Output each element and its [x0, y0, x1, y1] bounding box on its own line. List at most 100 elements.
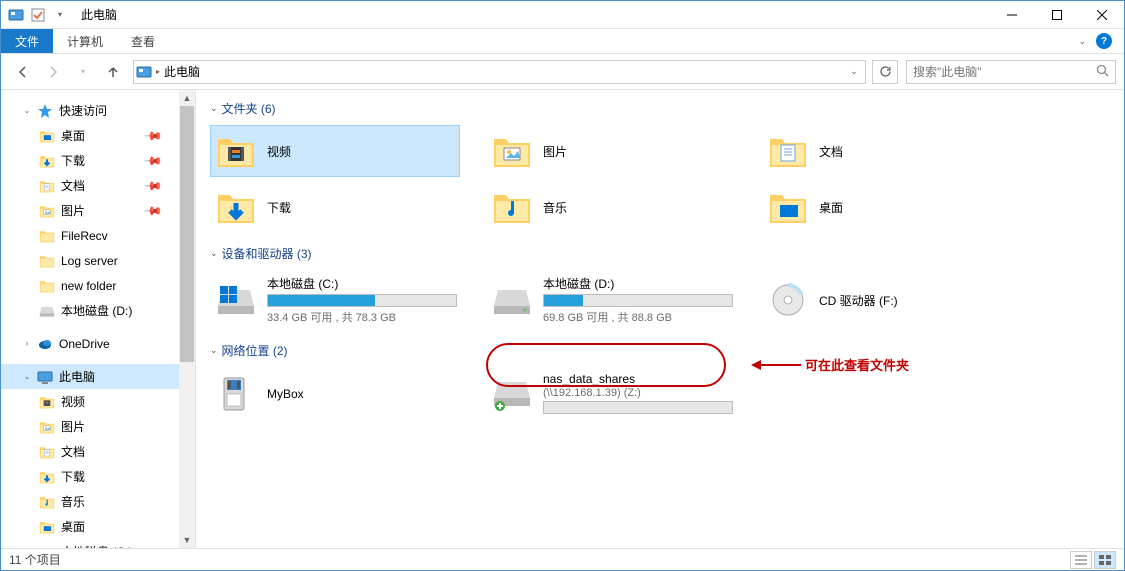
desktop-icon: [39, 128, 55, 144]
network-label: MyBox: [267, 387, 455, 401]
chevron-down-icon[interactable]: ⌄: [23, 372, 31, 381]
media-icon: [215, 373, 257, 415]
close-button[interactable]: [1079, 1, 1124, 29]
refresh-button[interactable]: [872, 60, 898, 84]
scroll-up-icon[interactable]: ▲: [179, 90, 195, 106]
quick-access-toolbar: ▾ 此电脑: [1, 6, 117, 24]
sidebar-item-label: new folder: [61, 279, 179, 293]
sidebar-item-label: 下载: [61, 468, 179, 485]
sidebar-item-folder[interactable]: FileRecv: [1, 223, 179, 248]
status-bar: 11 个项目: [1, 548, 1124, 570]
chevron-down-icon[interactable]: ⌄: [210, 345, 218, 356]
sidebar-item-label: 图片: [61, 418, 179, 435]
network-tile[interactable]: MyBox: [210, 367, 460, 420]
downloads-icon: [39, 153, 55, 169]
sidebar-item-label: 本地磁盘 (C:): [61, 543, 179, 548]
videos-icon: [39, 394, 55, 410]
sidebar-item-downloads[interactable]: 下载📌: [1, 148, 179, 173]
onedrive-icon: [37, 336, 53, 352]
maximize-button[interactable]: [1034, 1, 1079, 29]
group-header-folders[interactable]: ⌄ 文件夹 (6): [210, 100, 1120, 117]
folder-tile[interactable]: 图片: [486, 125, 736, 177]
folder-tile[interactable]: 下载: [210, 181, 460, 233]
folders-grid: 视频 图片 文档下载音乐 桌面: [210, 125, 1120, 233]
sidebar-item-folder[interactable]: Log server: [1, 248, 179, 273]
drive-tile[interactable]: CD 驱动器 (F:): [762, 270, 1012, 330]
view-tiles-button[interactable]: [1094, 551, 1116, 569]
sidebar-item-documents[interactable]: 文档📌: [1, 173, 179, 198]
sidebar-item-downloads[interactable]: 下载: [1, 464, 179, 489]
sidebar-item-label: 本地磁盘 (D:): [61, 302, 179, 319]
folder-label: 桌面: [819, 199, 1007, 216]
folder-tile[interactable]: 视频: [210, 125, 460, 177]
sidebar-item-label: 文档: [61, 443, 179, 460]
drive-win-icon: [215, 279, 257, 321]
desktop-icon: [39, 519, 55, 535]
search-input[interactable]: [913, 65, 1096, 79]
pictures-icon: [39, 419, 55, 435]
address-dropdown-icon[interactable]: ⌄: [845, 66, 863, 77]
group-header-network[interactable]: ⌄ 网络位置 (2): [210, 342, 1120, 359]
qat-dropdown-icon[interactable]: ▾: [51, 6, 69, 24]
documents-icon: [767, 130, 809, 172]
folder-tile[interactable]: 文档: [762, 125, 1012, 177]
sidebar-item-desktop[interactable]: 桌面: [1, 514, 179, 539]
chevron-down-icon[interactable]: ⌄: [210, 248, 218, 259]
sidebar-item-label: FileRecv: [61, 229, 179, 243]
scroll-down-icon[interactable]: ▼: [179, 532, 195, 548]
tab-file[interactable]: 文件: [1, 29, 53, 53]
breadcrumb-chevron-icon[interactable]: ▸: [156, 67, 160, 76]
network-tile[interactable]: nas_data_shares(\\192.168.1.39) (Z:): [486, 367, 736, 420]
folder-label: 文档: [819, 143, 1007, 160]
sidebar-scrollbar[interactable]: ▲ ▼: [179, 90, 195, 548]
title-bar: ▾ 此电脑: [1, 1, 1124, 29]
sidebar-item-label: 桌面: [61, 127, 140, 144]
sidebar-onedrive[interactable]: › OneDrive: [1, 331, 179, 356]
recent-dropdown-icon[interactable]: ▾: [69, 59, 97, 85]
back-button[interactable]: [9, 59, 37, 85]
tab-computer[interactable]: 计算机: [53, 29, 117, 53]
drive-icon: [39, 303, 55, 319]
chevron-right-icon[interactable]: ›: [23, 339, 31, 348]
folder-label: 图片: [543, 143, 731, 160]
sidebar-item-music[interactable]: 音乐: [1, 489, 179, 514]
chevron-down-icon[interactable]: ⌄: [23, 106, 31, 115]
app-icon: [7, 6, 25, 24]
drive-label: CD 驱动器 (F:): [819, 292, 1007, 309]
up-button[interactable]: [99, 59, 127, 85]
drive-tile[interactable]: 本地磁盘 (D:)69.8 GB 可用 , 共 88.8 GB: [486, 270, 736, 330]
sidebar-item-pictures[interactable]: 图片📌: [1, 198, 179, 223]
downloads-icon: [39, 469, 55, 485]
help-icon[interactable]: ?: [1096, 33, 1112, 49]
folder-tile[interactable]: 桌面: [762, 181, 1012, 233]
sidebar-item-pictures[interactable]: 图片: [1, 414, 179, 439]
ribbon-expand-icon[interactable]: ⌄: [1078, 36, 1086, 47]
sidebar-item-drive[interactable]: 本地磁盘 (C:): [1, 539, 179, 548]
tab-view[interactable]: 查看: [117, 29, 169, 53]
sidebar-item-label: 下载: [61, 152, 140, 169]
sidebar-item-documents[interactable]: 文档: [1, 439, 179, 464]
sidebar-quick-access[interactable]: ⌄ 快速访问: [1, 98, 179, 123]
qat-properties-icon[interactable]: [29, 6, 47, 24]
window-title: 此电脑: [81, 6, 117, 23]
folder-tile[interactable]: 音乐: [486, 181, 736, 233]
forward-button[interactable]: [39, 59, 67, 85]
sidebar-item-folder[interactable]: new folder: [1, 273, 179, 298]
sidebar-item-desktop[interactable]: 桌面📌: [1, 123, 179, 148]
sidebar-this-pc[interactable]: ⌄ 此电脑: [1, 364, 179, 389]
chevron-down-icon[interactable]: ⌄: [210, 103, 218, 114]
desktop-icon: [767, 186, 809, 228]
sidebar-item-drive[interactable]: 本地磁盘 (D:): [1, 298, 179, 323]
group-header-drives[interactable]: ⌄ 设备和驱动器 (3): [210, 245, 1120, 262]
netdrive-icon: [491, 373, 533, 415]
drive-usage-text: 33.4 GB 可用 , 共 78.3 GB: [267, 309, 457, 325]
minimize-button[interactable]: [989, 1, 1034, 29]
search-box[interactable]: [906, 60, 1116, 84]
drive-tile[interactable]: 本地磁盘 (C:)33.4 GB 可用 , 共 78.3 GB: [210, 270, 460, 330]
view-details-button[interactable]: [1070, 551, 1092, 569]
address-bar[interactable]: ▸ 此电脑 ⌄: [133, 60, 866, 84]
sidebar-item-videos[interactable]: 视频: [1, 389, 179, 414]
music-icon: [39, 494, 55, 510]
status-text: 11 个项目: [9, 551, 61, 568]
navigation-pane: ⌄ 快速访问 桌面📌下载📌文档📌图片📌 FileRecv Log server new…: [1, 90, 196, 548]
